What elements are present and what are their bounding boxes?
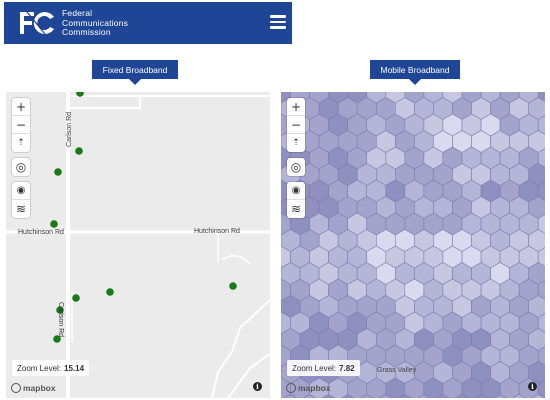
- compass-icon[interactable]: ⇡: [287, 134, 305, 152]
- zoom-in-button[interactable]: +: [287, 98, 305, 116]
- zoom-out-button[interactable]: −: [287, 116, 305, 134]
- geolocate-control: ◎: [12, 158, 30, 176]
- zoom-level-display: Zoom Level: 7.82: [287, 360, 360, 376]
- mapbox-icon: [286, 383, 296, 393]
- road-label-carlson-bottom: Carlson Rd: [57, 302, 64, 338]
- broadband-marker: [50, 220, 58, 228]
- broadband-marker: [229, 282, 237, 290]
- broadband-marker: [54, 168, 62, 176]
- road-label-carlson-top: Carlson Rd: [66, 111, 73, 147]
- zoom-level-display: Zoom Level: 15.14: [12, 360, 90, 376]
- mapbox-logo[interactable]: mapbox: [286, 383, 331, 393]
- fcc-logo-icon[interactable]: [18, 8, 56, 38]
- info-icon[interactable]: i: [528, 382, 537, 391]
- road-label-hutchinson-right: Hutchinson Rd: [194, 228, 240, 235]
- broadband-marker: [75, 147, 83, 155]
- layers-icon[interactable]: ≋: [287, 200, 305, 218]
- geolocate-control: ◎: [287, 158, 305, 176]
- zoom-level-value: 15.14: [64, 363, 85, 373]
- mapbox-text: mapbox: [23, 383, 56, 393]
- layers-icon[interactable]: ≋: [12, 200, 30, 218]
- broadband-marker: [106, 288, 114, 296]
- zoom-controls: + − ⇡: [287, 98, 305, 152]
- layer-controls: ◉ ≋: [12, 182, 30, 218]
- mobile-coverage-hexmap: [281, 92, 545, 398]
- zoom-level-value: 7.82: [339, 363, 355, 373]
- zoom-level-label: Zoom Level:: [17, 363, 62, 373]
- fixed-map-basemap: [6, 92, 270, 398]
- map-controls: + − ⇡ ◎ ◉ ≋: [287, 98, 305, 224]
- broadband-marker: [72, 294, 80, 302]
- globe-icon[interactable]: ◉: [287, 182, 305, 200]
- site-header: Federal Communications Commission: [4, 2, 292, 44]
- zoom-out-button[interactable]: −: [12, 116, 30, 134]
- fixed-broadband-map[interactable]: Carlson Rd Hutchinson Rd Hutchinson Rd C…: [6, 92, 270, 398]
- globe-icon[interactable]: ◉: [12, 182, 30, 200]
- agency-name: Federal Communications Commission: [62, 8, 128, 38]
- geolocate-icon[interactable]: ◎: [12, 158, 30, 176]
- agency-line-3: Commission: [62, 27, 111, 37]
- map-controls: + − ⇡ ◎ ◉ ≋: [12, 98, 30, 224]
- mapbox-logo[interactable]: mapbox: [11, 383, 56, 393]
- layer-controls: ◉ ≋: [287, 182, 305, 218]
- geolocate-icon[interactable]: ◎: [287, 158, 305, 176]
- mapbox-icon: [11, 383, 21, 393]
- mobile-broadband-label: Mobile Broadband: [370, 60, 460, 85]
- fixed-broadband-label: Fixed Broadband: [92, 60, 178, 85]
- mapbox-text: mapbox: [298, 383, 331, 393]
- place-label-grass-valley: Grass Valley: [377, 367, 417, 374]
- info-icon[interactable]: i: [253, 382, 262, 391]
- hamburger-menu-icon[interactable]: [270, 15, 286, 29]
- zoom-controls: + − ⇡: [12, 98, 30, 152]
- zoom-in-button[interactable]: +: [12, 98, 30, 116]
- compass-icon[interactable]: ⇡: [12, 134, 30, 152]
- road-label-hutchinson-left: Hutchinson Rd: [18, 229, 64, 236]
- mobile-broadband-map[interactable]: Grass Valley + − ⇡ ◎ ◉ ≋ Zoom Level: 7.8…: [281, 92, 545, 398]
- zoom-level-label: Zoom Level:: [292, 363, 337, 373]
